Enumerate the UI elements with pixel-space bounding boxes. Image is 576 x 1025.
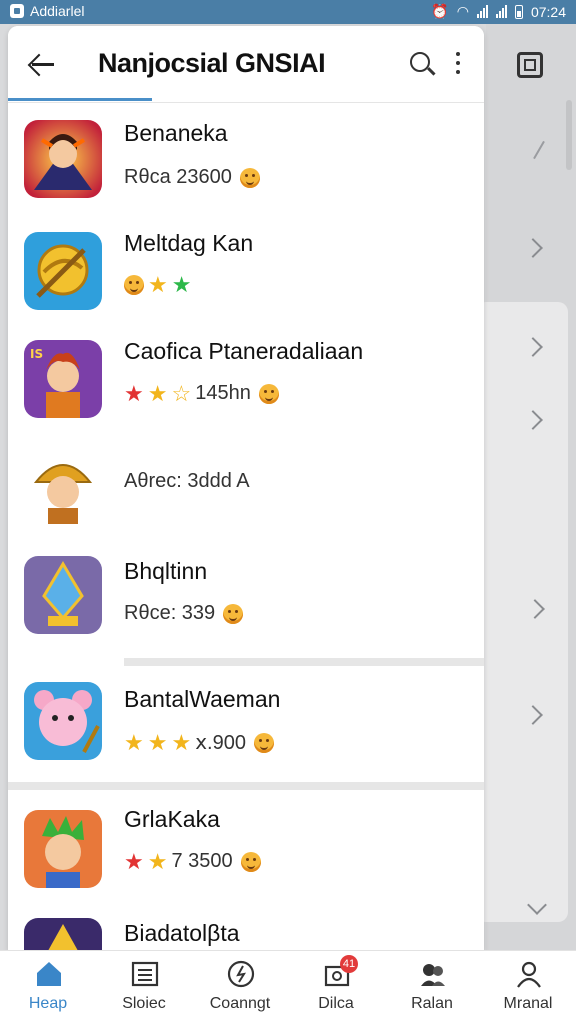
window-switch-icon[interactable] xyxy=(517,52,543,78)
background-card xyxy=(476,302,568,922)
list-item[interactable]: BantalWaeman ★ ★ ★ ⅹ.900 xyxy=(8,666,484,774)
star-icon: ★ xyxy=(124,729,144,755)
list-icon xyxy=(131,961,159,987)
rating-row: ★ ★ 7 3500 xyxy=(124,850,261,873)
section-divider xyxy=(124,658,484,666)
signal-icon-2 xyxy=(495,5,507,18)
notification-badge: 41 xyxy=(340,955,358,973)
battery-icon xyxy=(514,4,523,19)
status-app-label: Addiarlel xyxy=(30,3,85,19)
app-meta: Rθca 23600 xyxy=(124,166,260,189)
scrollbar[interactable] xyxy=(566,100,572,170)
list-item[interactable]: Benaneka Rθca 23600 xyxy=(8,104,484,212)
star-icon: ★ xyxy=(147,729,168,755)
rating-row: ★ ★ ☆ 145hn xyxy=(124,382,279,405)
list-item[interactable]: IS Caofica Ptaneradaliaan ★ ★ ☆ 145hn xyxy=(8,320,484,428)
app-icon-globe xyxy=(24,232,102,310)
app-meta-text: Aθrec: 3ddd A xyxy=(124,470,250,492)
search-icon[interactable] xyxy=(410,52,436,78)
section-divider xyxy=(8,782,484,790)
app-meta: Rθce: 339 xyxy=(124,602,244,625)
list-item[interactable]: GrlaKaka ★ ★ 7 3500 xyxy=(8,790,484,898)
rating-row: ★ ★ ★ ⅹ.900 xyxy=(124,730,274,755)
nav-clock[interactable]: Coanngt xyxy=(192,951,288,1025)
star-half-icon: ★ xyxy=(147,848,168,874)
nav-label: Sloiec xyxy=(122,995,166,1012)
bottom-navigation: Heap Sloiec Coanngt 41 Dilca Ralan Mrana… xyxy=(0,950,576,1025)
tab-indicator xyxy=(8,98,152,101)
app-icon-gem xyxy=(24,918,102,950)
star-icon: ★ xyxy=(171,272,192,297)
app-name: Biadatolβta xyxy=(124,920,240,946)
nav-label: Dilca xyxy=(318,995,354,1012)
more-options-icon[interactable] xyxy=(454,52,462,78)
app-bar: Nanjocsial GNSIAI xyxy=(8,26,484,103)
profile-icon xyxy=(517,961,541,988)
nav-inbox[interactable]: 41 Dilca xyxy=(288,951,384,1025)
page-title: Nanjocsial GNSIAI xyxy=(98,48,326,78)
app-meta-text: Rθca 23600 xyxy=(124,166,232,188)
app-icon-hero xyxy=(24,120,102,198)
app-name: GrlaKaka xyxy=(124,806,220,832)
app-name: BantalWaeman xyxy=(124,686,281,712)
app-meta-text: Rθce: 339 xyxy=(124,602,216,624)
star-icon: ★ xyxy=(124,380,144,406)
app-icon-boy xyxy=(24,810,102,888)
status-time: 07:24 xyxy=(530,3,566,20)
wifi-icon: ◠ xyxy=(456,3,469,19)
alarm-icon: ⏰ xyxy=(431,3,449,19)
nav-home[interactable]: Heap xyxy=(0,951,96,1025)
emoji-face-icon xyxy=(258,383,279,404)
list-item[interactable]: Meltdag Kan ★ ★ xyxy=(8,212,484,320)
home-icon xyxy=(37,962,61,986)
app-icon-crystal xyxy=(24,556,102,634)
status-bar: Addiarlel ⏰ ◠ 07:24 xyxy=(0,0,576,24)
star-half-icon: ☆ xyxy=(171,380,192,406)
svg-text:IS: IS xyxy=(30,347,43,361)
star-icon: ★ xyxy=(147,380,168,406)
star-icon: ★ xyxy=(148,272,168,297)
rating-row: ★ ★ xyxy=(124,274,191,296)
emoji-face-icon xyxy=(223,603,244,624)
app-icon-worker xyxy=(24,448,102,526)
emoji-face-icon xyxy=(240,851,261,872)
nav-label: Ralan xyxy=(411,995,453,1012)
users-icon xyxy=(421,964,445,986)
app-icon-character: IS xyxy=(24,340,102,418)
nav-label: Coanngt xyxy=(209,995,271,1012)
app-meta-text: ⅹ.900 xyxy=(195,732,246,754)
nav-users[interactable]: Ralan xyxy=(384,951,480,1025)
app-name: Meltdag Kan xyxy=(124,230,254,256)
app-meta-text: 7 3500 xyxy=(171,850,233,872)
app-meta: Aθrec: 3ddd A xyxy=(124,470,250,493)
emoji-face-icon xyxy=(253,732,274,753)
app-icon-bear xyxy=(24,682,102,760)
list-item[interactable]: Bhqltinn Rθce: 339 xyxy=(8,536,484,644)
star-icon: ★ xyxy=(124,848,144,874)
back-arrow-icon[interactable] xyxy=(28,52,56,76)
nav-profile[interactable]: Mranal xyxy=(480,951,576,1025)
app-list-sheet: Nanjocsial GNSIAI Benaneka Rθca 23600 Me… xyxy=(8,26,484,950)
nav-label: Mranal xyxy=(503,995,553,1012)
app-name: Bhqltinn xyxy=(124,558,208,584)
list-item[interactable]: Biadatolβta xyxy=(8,898,484,950)
app-name: Caofica Ptaneradaliaan xyxy=(124,338,364,364)
emoji-face-icon xyxy=(239,167,260,188)
signal-icon xyxy=(476,5,488,18)
star-half-icon: ★ xyxy=(171,729,192,755)
clock-icon xyxy=(227,960,255,988)
app-meta-text: 145hn xyxy=(195,382,251,404)
app-notification-icon xyxy=(10,4,24,18)
nav-label: Heap xyxy=(28,995,68,1012)
app-name: Benaneka xyxy=(124,120,228,146)
emoji-face-icon xyxy=(124,275,144,295)
list-item[interactable]: Aθrec: 3ddd A xyxy=(8,428,484,536)
nav-list[interactable]: Sloiec xyxy=(96,951,192,1025)
